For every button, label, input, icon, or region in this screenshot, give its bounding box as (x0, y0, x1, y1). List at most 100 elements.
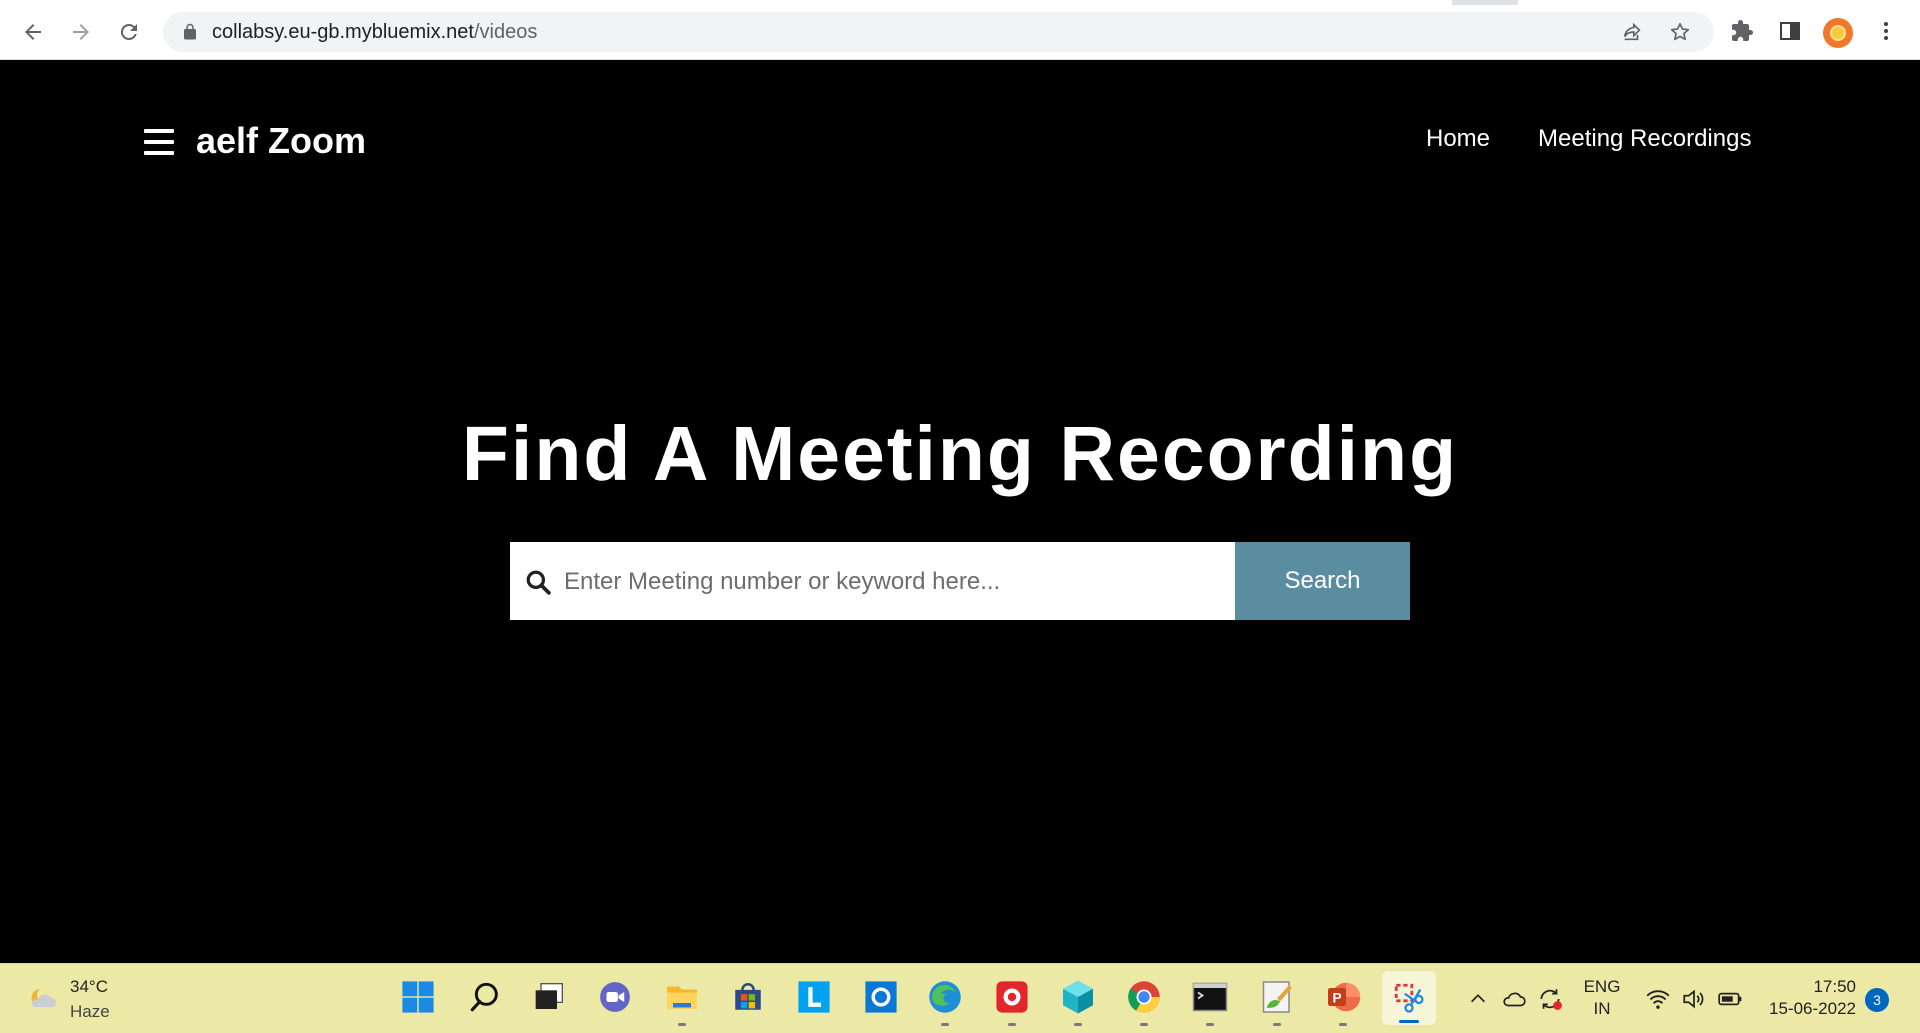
language-code: ENG (1583, 977, 1621, 996)
clock-time: 17:50 (1813, 977, 1856, 996)
search-button[interactable]: Search (1235, 542, 1410, 620)
taskbar-app-store[interactable] (729, 978, 767, 1016)
running-indicator (1074, 1023, 1082, 1026)
site-brand[interactable]: aelf Zoom (196, 120, 366, 162)
extensions-button[interactable] (1730, 19, 1754, 43)
more-menu-button[interactable] (1874, 19, 1898, 43)
tab-strip (0, 0, 1920, 5)
search-input[interactable] (562, 542, 1226, 622)
cortana-icon (865, 981, 897, 1013)
chrome-icon (1128, 981, 1160, 1013)
more-icon (1884, 22, 1888, 40)
sync-alert-icon (1540, 989, 1562, 1010)
forward-button[interactable] (64, 15, 98, 49)
taskbar-app-snipping-tool[interactable] (1382, 971, 1436, 1025)
taskbar-app-edge[interactable] (926, 978, 964, 1026)
task-view-button[interactable] (530, 978, 568, 1016)
address-bar[interactable]: collabsy.eu-gb.mybluemix.net/videos (163, 12, 1714, 52)
notification-badge[interactable]: 3 (1865, 988, 1889, 1012)
star-icon[interactable] (1669, 21, 1691, 43)
active-indicator (1399, 1020, 1419, 1023)
speaker-icon (1683, 989, 1704, 1009)
powerpoint-icon: P (1328, 982, 1361, 1012)
lock-icon[interactable] (181, 23, 199, 41)
taskbar-app-paint[interactable] (1258, 978, 1296, 1026)
input-language-indicator[interactable]: ENG IN (1580, 976, 1624, 1020)
chevron-up-icon (1470, 994, 1486, 1003)
running-indicator (1206, 1023, 1214, 1026)
magnifier-icon (470, 982, 498, 1012)
l-app-icon (798, 981, 830, 1013)
reload-button[interactable] (112, 15, 146, 49)
wifi-tray[interactable] (1645, 986, 1671, 1012)
running-indicator (678, 1023, 686, 1026)
cloud-icon (1503, 992, 1526, 1007)
search-box[interactable] (510, 542, 1235, 622)
extensions-icon (1732, 20, 1753, 41)
taskbar-app-red[interactable] (993, 978, 1031, 1026)
reload-icon (120, 23, 137, 40)
url-domain: collabsy.eu-gb.mybluemix.net (212, 21, 474, 43)
sync-tray[interactable] (1537, 986, 1563, 1012)
taskbar-app-chrome[interactable] (1125, 978, 1163, 1026)
volume-tray[interactable] (1681, 986, 1707, 1012)
store-icon (735, 983, 761, 1010)
profile-avatar[interactable] (1823, 18, 1853, 48)
teams-chat-icon (600, 982, 630, 1012)
share-icon[interactable] (1621, 21, 1643, 43)
nav-meeting-recordings-link[interactable]: Meeting Recordings (1538, 125, 1751, 153)
windows-start-icon (402, 981, 434, 1013)
profile-avatar-icon (1830, 25, 1846, 41)
side-panel-icon (1780, 22, 1800, 40)
running-indicator (1273, 1023, 1281, 1026)
task-view-icon (535, 983, 563, 1009)
battery-tray[interactable] (1717, 986, 1743, 1012)
taskbar-app-cortana[interactable] (862, 978, 900, 1016)
start-button[interactable] (399, 978, 437, 1016)
back-button[interactable] (16, 15, 50, 49)
weather-temperature[interactable]: 34°C (70, 977, 108, 997)
browser-toolbar: collabsy.eu-gb.mybluemix.net/videos (0, 0, 1920, 60)
running-indicator (1008, 1023, 1016, 1026)
taskbar-app-powerpoint[interactable]: P (1324, 978, 1362, 1026)
terminal-icon (1192, 982, 1228, 1012)
onedrive-tray[interactable] (1501, 986, 1527, 1012)
page-content: aelf Zoom Home Meeting Recordings Find A… (0, 60, 1920, 963)
hero-title: Find A Meeting Recording (461, 411, 1459, 497)
search-form: Search (510, 542, 1410, 622)
battery-icon (1718, 992, 1742, 1006)
running-indicator (1140, 1023, 1148, 1026)
taskbar-app-l[interactable] (795, 978, 833, 1016)
folder-icon (667, 986, 697, 1009)
tab-strip-edge (1518, 0, 1920, 5)
taskbar-app-cube[interactable] (1059, 978, 1097, 1026)
windows-taskbar: 34°C Haze P ENG IN 17:50 15-06-2022 3 (0, 963, 1920, 1033)
edge-icon (929, 981, 961, 1013)
nav-home-link[interactable]: Home (1426, 125, 1490, 153)
active-tab-edge (0, 0, 1452, 5)
show-hidden-icons-button[interactable] (1465, 986, 1491, 1012)
cube-icon (1063, 980, 1093, 1014)
taskbar-app-teams-chat[interactable] (596, 978, 634, 1016)
record-app-icon (996, 981, 1028, 1013)
taskbar-app-file-explorer[interactable] (663, 978, 701, 1026)
snipping-tool-icon (1394, 983, 1424, 1013)
forward-icon (73, 24, 89, 40)
url-path: /videos (473, 21, 538, 43)
paint-icon (1262, 981, 1292, 1013)
running-indicator (941, 1023, 949, 1026)
back-icon (25, 24, 41, 40)
clock-date: 15-06-2022 (1769, 999, 1856, 1018)
taskbar-app-terminal[interactable] (1191, 978, 1229, 1026)
weather-description[interactable]: Haze (70, 1002, 110, 1022)
side-panel-button[interactable] (1778, 19, 1802, 43)
search-icon (526, 570, 551, 595)
wifi-icon (1646, 990, 1670, 1009)
taskbar-search-button[interactable] (466, 978, 504, 1016)
region-code: IN (1593, 999, 1611, 1018)
weather-haze-icon[interactable] (26, 983, 62, 1015)
system-clock[interactable]: 17:50 15-06-2022 (1752, 976, 1856, 1020)
url-text[interactable]: collabsy.eu-gb.mybluemix.net/videos (212, 21, 537, 44)
running-indicator (1339, 1023, 1347, 1026)
hamburger-menu-icon[interactable] (144, 129, 174, 155)
